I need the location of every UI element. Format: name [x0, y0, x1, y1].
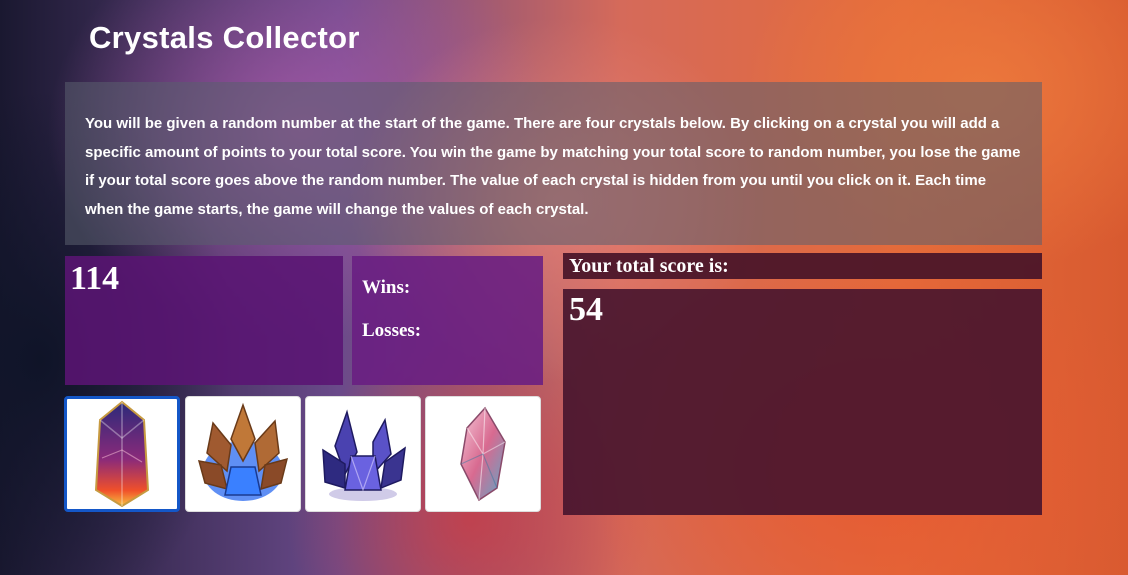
instructions-text: You will be given a random number at the…	[85, 115, 1021, 218]
total-score: 54	[569, 291, 603, 328]
score-label: Your total score is:	[569, 255, 729, 277]
record-box: Wins: Losses:	[352, 256, 543, 385]
crystal-1-icon	[94, 400, 150, 508]
losses-label: Losses:	[362, 320, 422, 341]
instructions-panel: You will be given a random number at the…	[65, 82, 1042, 245]
target-number: 114	[70, 260, 120, 297]
crystal-button-3[interactable]	[305, 396, 421, 512]
crystal-button-4[interactable]	[425, 396, 541, 512]
crystal-3-icon	[322, 409, 406, 501]
crystal-2-icon	[197, 402, 289, 501]
wins-label: Wins:	[362, 277, 411, 298]
target-number-box: 114	[65, 256, 343, 385]
crystal-button-1[interactable]	[64, 396, 180, 512]
page-title: Crystals Collector	[89, 20, 360, 55]
score-header: Your total score is:	[563, 253, 1042, 279]
crystal-button-2[interactable]	[185, 396, 301, 512]
total-score-box: 54	[563, 289, 1042, 515]
crystal-4-icon	[460, 406, 506, 502]
